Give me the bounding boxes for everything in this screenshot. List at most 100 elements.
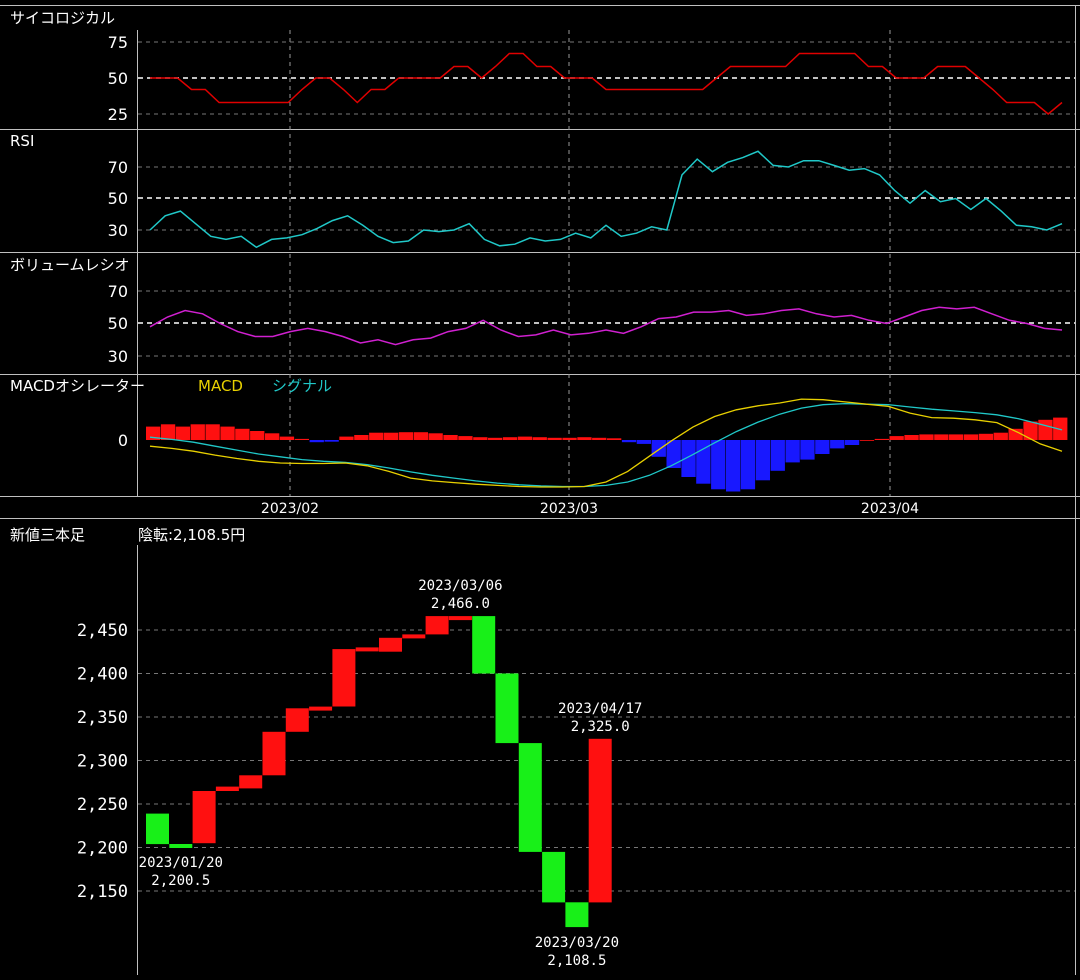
oscillator-bar: [621, 440, 637, 443]
annotation-date: 2023/01/20: [139, 855, 223, 871]
kagi-brick: [495, 673, 519, 744]
oscillator-bar: [294, 438, 309, 440]
date-label-mar: 2023/03: [540, 501, 598, 517]
kagi-brick: [425, 616, 449, 635]
oscillator-bar: [428, 433, 443, 440]
signal-legend: シグナル: [272, 377, 332, 395]
annotation-value: 2,200.5: [151, 873, 210, 889]
oscillator-bar: [205, 424, 220, 440]
date-label-apr: 2023/04: [861, 501, 919, 517]
oscillator-bar: [993, 432, 1008, 440]
annotation-date: 2023/03/20: [535, 935, 619, 951]
oscillator-bar: [874, 438, 889, 440]
oscillator-bar: [383, 432, 399, 440]
oscillator-bar: [800, 440, 815, 460]
psy-tick-75: 75: [108, 33, 128, 52]
oscillator-bar: [726, 440, 741, 492]
kagi-brick: [309, 706, 333, 711]
annotation-value: 2,108.5: [547, 953, 606, 969]
oscillator-bar: [265, 433, 280, 440]
oscillator-bar: [919, 434, 934, 440]
oscillator-bar: [844, 440, 860, 445]
kagi-brick: [518, 743, 542, 852]
oscillator-bar: [250, 431, 265, 440]
oscillator-bar: [309, 440, 324, 443]
kagi-tick-label: 2,150: [77, 882, 128, 902]
kagi-brick: [215, 786, 239, 791]
oscillator-bar: [785, 440, 800, 463]
oscillator-bar: [413, 432, 428, 440]
oscillator-bar: [1023, 421, 1038, 440]
date-label-feb: 2023/02: [261, 501, 319, 517]
kagi-brick: [472, 616, 496, 674]
kagi-brick: [542, 851, 566, 903]
oscillator-bar: [160, 424, 176, 440]
oscillator-bar: [904, 435, 919, 440]
oscillator-bar: [279, 436, 295, 440]
rsi-tick-50: 50: [108, 189, 128, 208]
kagi-brick: [146, 813, 169, 845]
macd-title: MACDオシレーター: [10, 377, 145, 395]
kagi-brick: [239, 775, 263, 789]
oscillator-bar: [502, 437, 518, 440]
kagi-tick-label: 2,200: [77, 839, 128, 859]
kagi-brick: [448, 616, 472, 621]
rsi-title: RSI: [10, 132, 34, 150]
kagi-brick: [262, 731, 286, 776]
psy-tick-50: 50: [108, 69, 128, 88]
oscillator-bar: [755, 440, 770, 481]
kagi-title: 新値三本足: [10, 526, 85, 544]
oscillator-bar: [354, 435, 369, 440]
oscillator-bar: [190, 424, 205, 440]
psy-title: サイコロジカル: [10, 9, 115, 27]
oscillator-bar: [978, 433, 994, 440]
annotation-date: 2023/04/17: [558, 701, 642, 717]
oscillator-bar: [711, 440, 726, 490]
oscillator-bar: [770, 440, 785, 471]
oscillator-bar: [681, 440, 696, 477]
annotation-value: 2,466.0: [431, 596, 490, 612]
rsi-tick-70: 70: [108, 158, 128, 177]
macd-tick-0: 0: [118, 431, 128, 450]
oscillator-bar: [369, 432, 384, 440]
annotation-value: 2,325.0: [571, 719, 630, 735]
kagi-brick: [332, 649, 356, 707]
kagi-brick: [285, 708, 309, 732]
oscillator-bar: [607, 438, 622, 440]
oscillator-bar: [577, 437, 592, 440]
vr-tick-70: 70: [108, 282, 128, 301]
oscillator-bar: [636, 440, 651, 444]
oscillator-bar: [488, 437, 503, 440]
vr-tick-50: 50: [108, 314, 128, 333]
oscillator-bar: [458, 436, 473, 440]
oscillator-bar: [175, 426, 190, 440]
kagi-tick-label: 2,300: [77, 752, 128, 772]
kagi-brick: [192, 791, 216, 844]
kagi-brick: [379, 637, 402, 652]
oscillator-bar: [1038, 419, 1053, 440]
rsi-tick-30: 30: [108, 221, 128, 240]
kagi-reversal-label: 陰転:2,108.5円: [138, 526, 245, 544]
oscillator-bar: [443, 435, 458, 440]
oscillator-bar: [830, 440, 845, 449]
kagi-brick: [402, 634, 426, 639]
oscillator-bar: [934, 434, 949, 440]
oscillator-bar: [740, 440, 756, 490]
psy-tick-25: 25: [108, 105, 128, 124]
kagi-brick: [169, 844, 193, 848]
kagi-brick: [355, 647, 379, 652]
vr-tick-30: 30: [108, 347, 128, 366]
kagi-brick: [565, 902, 589, 928]
oscillator-bar: [398, 432, 414, 440]
vr-title: ボリュームレシオ: [10, 256, 130, 274]
oscillator-bar: [324, 440, 339, 442]
oscillator-bar: [235, 428, 250, 440]
oscillator-bar: [859, 440, 875, 441]
oscillator-bar: [547, 437, 562, 440]
kagi-brick: [588, 738, 612, 903]
macd-legend: MACD: [198, 377, 243, 395]
oscillator-bar: [592, 437, 607, 440]
kagi-tick-label: 2,400: [77, 665, 128, 685]
oscillator-bar: [532, 437, 547, 440]
kagi-tick-label: 2,250: [77, 795, 128, 815]
